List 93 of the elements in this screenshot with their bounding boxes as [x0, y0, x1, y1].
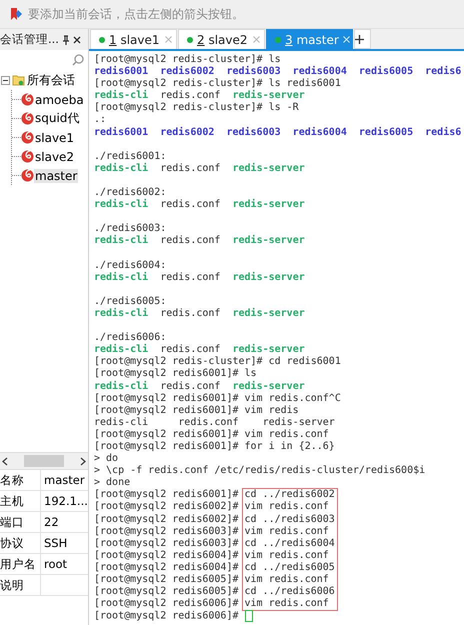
property-value: master: [41, 470, 88, 491]
terminal-line: ./redis6002:: [94, 187, 168, 198]
terminal-command: cd ../redis6004: [244, 538, 335, 550]
swirl-icon: [21, 93, 34, 106]
close-icon[interactable]: [72, 36, 81, 44]
tree-item[interactable]: amoeba: [34, 92, 85, 106]
terminal-line: ./redis6005:: [94, 296, 168, 308]
terminal-command: vim redis.conf: [244, 574, 330, 586]
toolbar-hint: 要添加当前会话，点击左侧的箭头按钮。: [28, 6, 244, 22]
terminal-prompt: [root@mysql2 redis6006]#: [94, 611, 238, 622]
terminal-line: [root@mysql2 redis-cluster]# ls redis6001: [94, 78, 342, 90]
terminal-command: vim redis.conf: [244, 526, 330, 538]
tree-item[interactable]: slave1: [34, 130, 76, 144]
terminal-command: vim redis.conf: [244, 501, 330, 514]
tree-item[interactable]: master: [34, 168, 78, 182]
terminal-prompt: [root@mysql2 redis6001]#: [94, 489, 238, 501]
status-dot-icon: [99, 36, 105, 42]
terminal-line: redis-cli redis.conf redis-server: [94, 235, 306, 248]
terminal-line: > \cp -f redis.conf /etc/redis/redis-cluster/redis600$i: [94, 465, 426, 477]
terminal-line: redis6001 redis6002 redis6003 redis6004 redis6005 redis6: [94, 66, 462, 78]
terminal-line: [root@mysql2 redis6001]# vim redis.conf: [94, 428, 330, 441]
tree-item[interactable]: squid代: [34, 110, 80, 127]
flag-icon: [10, 8, 24, 20]
search-icon[interactable]: [72, 54, 84, 66]
terminal-prompt: [root@mysql2 redis6004]#: [94, 562, 238, 574]
status-dot-icon: [187, 36, 193, 42]
swirl-icon: [21, 112, 34, 125]
terminal-command: cd ../redis6003: [244, 514, 335, 526]
terminal-line: ./redis6004:: [94, 260, 168, 272]
session-tab[interactable]: 1 slave1: [90, 29, 177, 49]
session-tab[interactable]: 2 slave2: [178, 29, 265, 49]
plus-icon: [355, 34, 364, 44]
terminal-line: ./redis6006:: [94, 332, 168, 344]
terminal-line: redis-cli redis.conf redis-server: [94, 162, 306, 175]
terminal-line: redis-cli redis.conf redis-server: [94, 308, 306, 320]
terminal-prompt: [root@mysql2 redis6003]#: [94, 538, 238, 550]
pin-icon[interactable]: [62, 34, 70, 44]
terminal-line: ./redis6001:: [94, 150, 168, 162]
collapse-icon[interactable]: [1, 76, 10, 84]
tree-item[interactable]: 所有会话: [27, 72, 75, 88]
terminal-line: [root@mysql2 redis6001]# ls: [94, 368, 258, 380]
swirl-icon: [21, 169, 34, 182]
terminal-line: redis-cli redis.conf redis-server: [94, 272, 306, 284]
terminal-line: ./redis6003:: [94, 223, 168, 234]
property-value: 192.1...: [41, 491, 88, 512]
terminal-prompt: [root@mysql2 redis6003]#: [94, 526, 238, 538]
property-name: 用户名: [0, 554, 41, 575]
scroll-right-icon[interactable]: [80, 456, 86, 466]
property-value: root: [41, 554, 88, 575]
property-value: 22: [41, 512, 88, 533]
terminal-line: > do: [94, 453, 120, 466]
property-name: 主机: [0, 491, 41, 512]
terminal-prompt: [root@mysql2 redis6002]#: [94, 514, 238, 526]
scrollbar-thumb[interactable]: [24, 455, 64, 467]
terminal-prompt: [root@mysql2 redis6002]#: [94, 501, 238, 514]
terminal-prompt: [root@mysql2 redis6006]#: [94, 598, 238, 610]
terminal-command: vim redis.conf: [244, 550, 330, 562]
terminal-line: redis-cli redis.conf redis-server: [94, 344, 306, 356]
terminal-command: cd ../redis6005: [244, 562, 335, 574]
property-name: 说明: [0, 575, 41, 596]
terminal-line: [root@mysql2 redis6001]# vim redis: [94, 404, 300, 417]
terminal-line: redis-cli redis.conf redis-server: [94, 380, 306, 393]
terminal-prompt: [root@mysql2 redis6005]#: [94, 586, 238, 598]
property-name: 名称: [0, 470, 41, 491]
terminal-line: redis-cli redis.conf redis-server: [94, 90, 306, 102]
folder-icon: [12, 74, 25, 86]
swirl-icon: [21, 150, 34, 163]
terminal-command: cd ../redis6002: [244, 489, 335, 501]
horizontal-scrollbar[interactable]: [0, 452, 88, 469]
tree-item[interactable]: slave2: [34, 150, 76, 164]
session-tab[interactable]: 3 master: [266, 29, 353, 49]
panel-title: 会话管理...: [0, 32, 59, 47]
terminal-line: [root@mysql2 redis-cluster]# cd redis6001: [94, 356, 342, 368]
terminal-prompt: [root@mysql2 redis6005]#: [94, 574, 238, 586]
scroll-left-icon[interactable]: [2, 456, 8, 466]
terminal-prompt: [root@mysql2 redis6004]#: [94, 550, 238, 562]
terminal-line: redis-cli redis.conf redis-server: [94, 199, 306, 212]
property-name: 协议: [0, 533, 41, 554]
terminal-line: .:: [94, 114, 108, 126]
terminal-line: redis6001 redis6002 redis6003 redis6004 redis6005 redis6: [94, 126, 462, 139]
status-dot-icon: [275, 36, 281, 42]
terminal-command: cd ../redis6006: [244, 586, 335, 598]
new-tab-button[interactable]: [354, 29, 371, 49]
property-value: SSH: [41, 533, 88, 554]
terminal-command: vim redis.conf: [244, 598, 330, 610]
terminal-line: redis-cli redis.conf redis-server: [94, 416, 336, 429]
terminal-line: > done: [94, 477, 132, 489]
terminal-line: [root@mysql2 redis6001]# vim redis.conf^C: [94, 392, 342, 405]
property-name: 端口: [0, 512, 41, 533]
terminal-line: [root@mysql2 redis-cluster]# ls: [94, 54, 282, 66]
swirl-icon: [21, 131, 34, 144]
terminal-line: [root@mysql2 redis-cluster]# ls -R: [94, 102, 300, 114]
terminal-line: [root@mysql2 redis6001]# for i in {2..6}: [94, 441, 336, 453]
